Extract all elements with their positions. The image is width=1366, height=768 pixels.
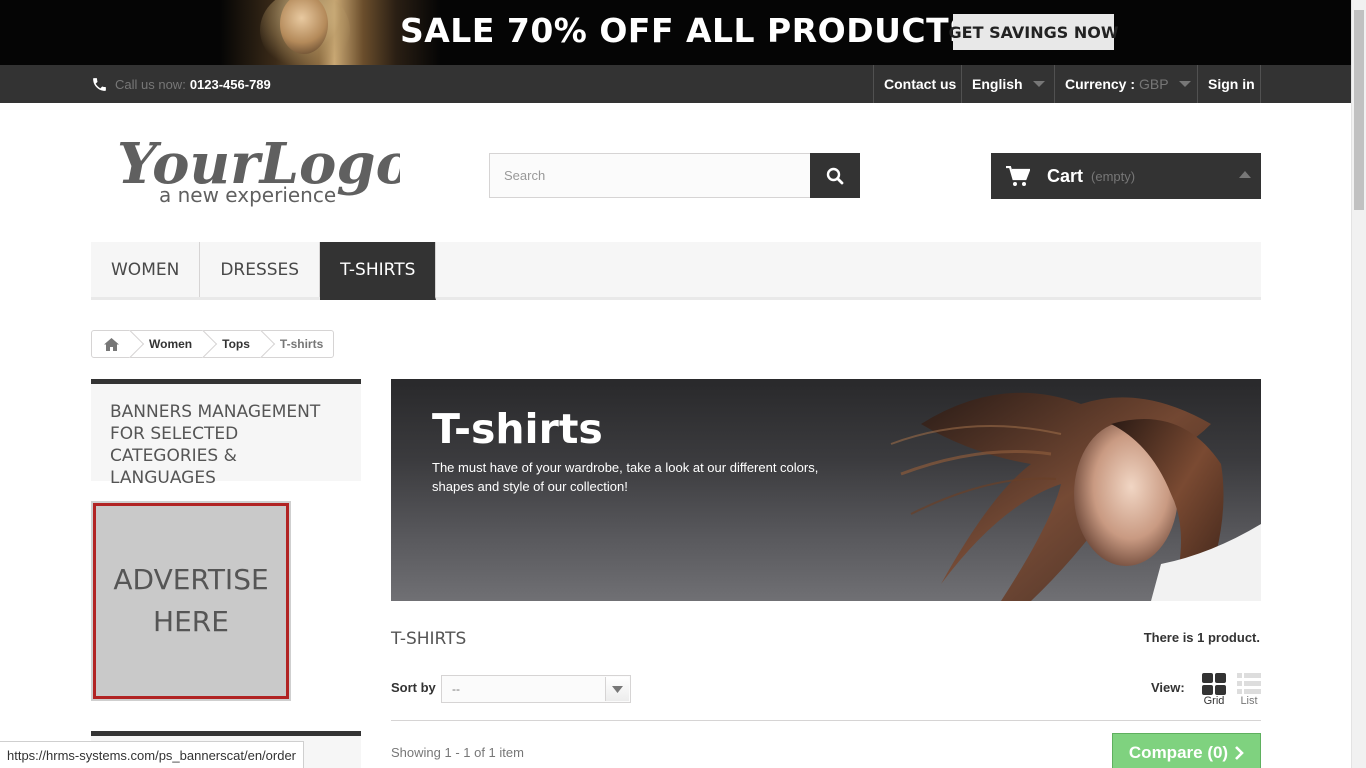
advertise-line1: ADVERTISE xyxy=(113,563,269,596)
breadcrumb-home[interactable] xyxy=(92,331,131,357)
chevron-right-icon xyxy=(1235,746,1244,760)
page-heading: T-SHIRTS xyxy=(391,629,467,649)
chevron-up-icon xyxy=(1239,171,1251,178)
currency-label: Currency : xyxy=(1065,76,1136,92)
home-icon xyxy=(104,337,119,351)
view-label: View: xyxy=(1151,680,1185,695)
product-count: There is 1 product. xyxy=(1143,630,1260,645)
list-view-button[interactable]: List xyxy=(1234,673,1264,707)
sort-selected-value: -- xyxy=(452,682,460,696)
breadcrumb: Women Tops T-shirts xyxy=(91,330,335,358)
sidebar-banners-block: BANNERS MANAGEMENT FOR SELECTED CATEGORI… xyxy=(91,379,361,488)
phone-icon xyxy=(93,78,106,91)
search-button[interactable] xyxy=(810,153,860,198)
currency-selector[interactable]: Currency : GBP xyxy=(1054,65,1197,103)
call-label: Call us now: xyxy=(115,77,186,92)
get-savings-button[interactable]: GET SAVINGS NOW xyxy=(949,14,1118,50)
list-view-icon xyxy=(1237,673,1261,694)
promo-banner[interactable]: SALE 70% OFF ALL PRODUCTS GET SAVINGS NO… xyxy=(0,0,1351,65)
grid-view-button[interactable]: Grid xyxy=(1199,673,1229,707)
site-logo[interactable]: YourLogo a new experience xyxy=(115,125,413,210)
sidebar-block-title: BANNERS MANAGEMENT FOR SELECTED CATEGORI… xyxy=(110,402,321,488)
compare-label: Compare (0) xyxy=(1128,743,1229,762)
contact-us-label: Contact us xyxy=(884,76,957,92)
divider xyxy=(391,720,1261,721)
contact-us-link[interactable]: Contact us xyxy=(873,65,966,103)
advertise-line2: HERE xyxy=(153,605,229,638)
logo-tagline: a new experience xyxy=(159,183,336,207)
sign-in-link[interactable]: Sign in xyxy=(1197,65,1261,103)
chevron-down-icon xyxy=(605,677,629,701)
call-us: Call us now: 0123-456-789 xyxy=(91,76,271,93)
sign-in-label: Sign in xyxy=(1208,76,1255,92)
search-icon xyxy=(826,167,844,184)
search-form xyxy=(489,153,860,198)
cart-icon xyxy=(1006,165,1030,186)
sort-select[interactable]: -- xyxy=(441,675,631,703)
menu-item-dresses[interactable]: DRESSES xyxy=(200,242,321,297)
menu-item-women[interactable]: WOMEN xyxy=(91,242,201,297)
promo-headline: SALE 70% OFF ALL PRODUCTS xyxy=(400,11,974,50)
grid-view-icon xyxy=(1202,673,1226,695)
advertise-banner[interactable]: ADVERTISE HERE xyxy=(91,501,291,701)
chevron-down-icon xyxy=(1178,81,1191,87)
category-model-image xyxy=(890,392,1261,601)
category-description: The must have of your wardrobe, take a l… xyxy=(432,460,819,494)
top-bar: Call us now: 0123-456-789 Contact us Eng… xyxy=(0,65,1351,103)
category-banner: T-shirts The must have of your wardrobe,… xyxy=(391,379,1261,601)
phone-number: 0123-456-789 xyxy=(189,77,271,92)
language-label: English xyxy=(972,76,1023,92)
compare-button[interactable]: Compare (0) xyxy=(1112,733,1261,768)
category-title: T-shirts xyxy=(432,405,603,453)
cart-label: Cart xyxy=(1047,165,1084,186)
cart-status: (empty) xyxy=(1091,168,1136,184)
currency-value: GBP xyxy=(1139,76,1169,92)
sort-by-label: Sort by xyxy=(391,680,436,695)
cart-button[interactable]: Cart (empty) xyxy=(991,153,1261,199)
page-scrollbar[interactable] xyxy=(1351,0,1366,768)
language-selector[interactable]: English xyxy=(961,65,1055,103)
search-input[interactable] xyxy=(489,153,810,198)
status-url: https://hrms-systems.com/ps_bannerscat/e… xyxy=(0,741,305,768)
showing-count: Showing 1 - 1 of 1 item xyxy=(391,745,524,760)
main-menu: WOMEN DRESSES T-SHIRTS xyxy=(91,242,1261,300)
scrollbar-thumb[interactable] xyxy=(1354,10,1364,210)
list-view-label: List xyxy=(1240,695,1258,707)
grid-view-label: Grid xyxy=(1203,695,1225,707)
menu-item-tshirts[interactable]: T-SHIRTS xyxy=(320,242,437,300)
chevron-down-icon xyxy=(1032,81,1045,87)
